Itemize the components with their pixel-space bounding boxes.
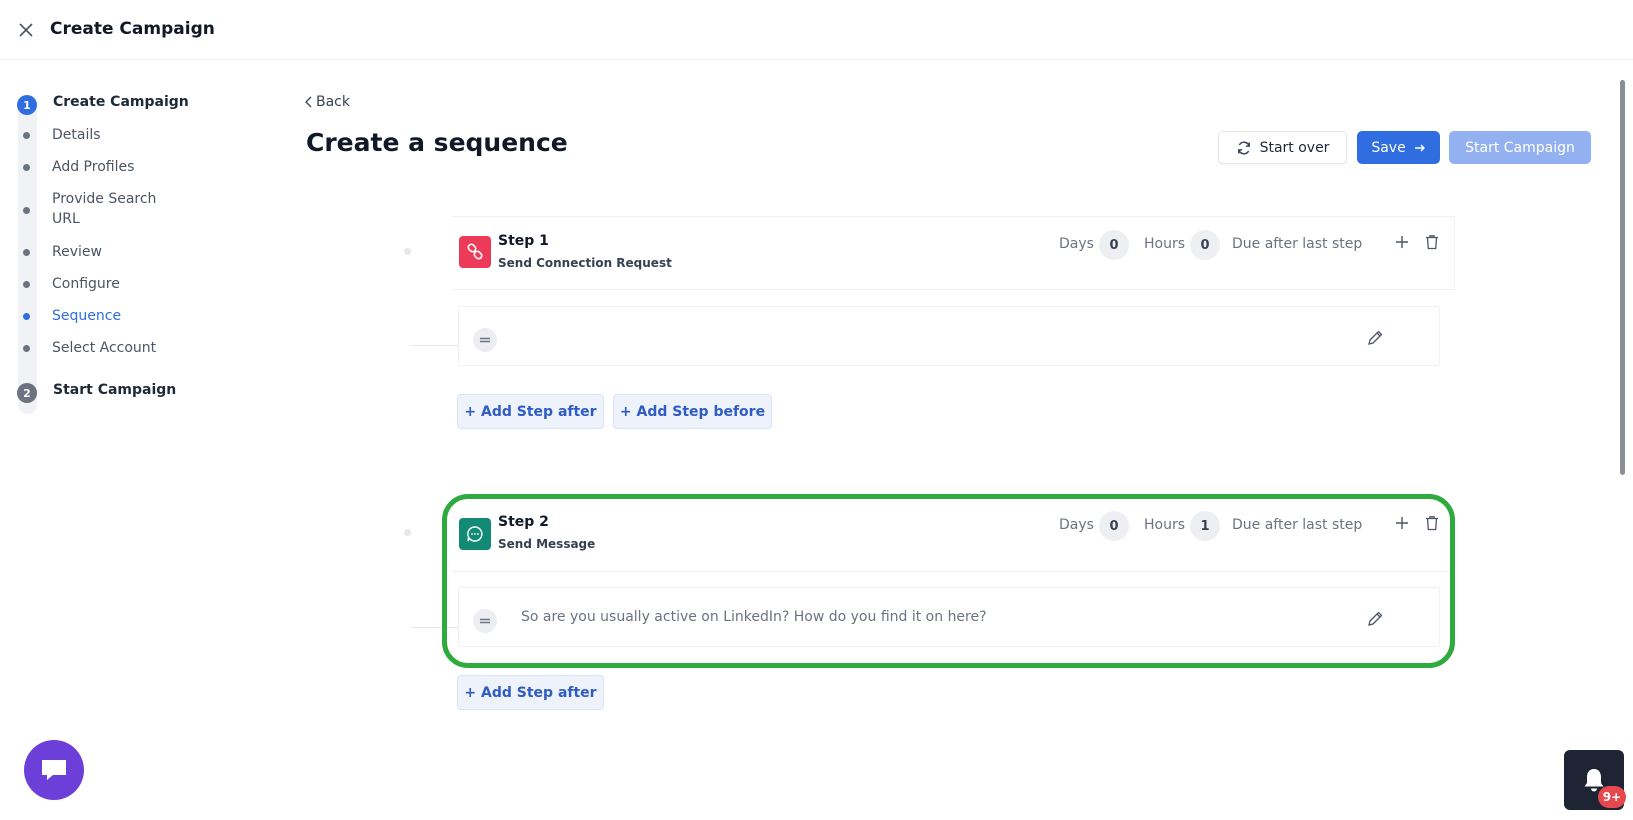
hours-label: Hours — [1144, 517, 1186, 533]
step-number-2: 2 — [17, 383, 37, 403]
substep-provide-search-url[interactable]: Provide Search URL — [52, 189, 172, 229]
plus-icon[interactable] — [1393, 514, 1411, 532]
save-label: Save — [1371, 139, 1406, 156]
substep-dot — [23, 345, 30, 352]
pencil-icon[interactable] — [1366, 329, 1384, 347]
substep-dot — [23, 249, 30, 256]
refresh-icon — [1237, 141, 1250, 154]
top-bar: Create Campaign — [0, 0, 1633, 60]
start-campaign-button[interactable]: Start Campaign — [1449, 131, 1591, 164]
start-campaign-label: Start Campaign — [1465, 139, 1575, 156]
substep-review[interactable]: Review — [52, 242, 102, 262]
chat-launcher-button[interactable] — [24, 740, 84, 800]
pencil-icon[interactable] — [1366, 610, 1384, 628]
trash-icon[interactable] — [1423, 233, 1441, 251]
step-1-card — [452, 216, 1455, 290]
save-button[interactable]: Save — [1357, 131, 1440, 164]
days-label: Days — [1059, 517, 1094, 533]
page-title: Create a sequence — [306, 128, 568, 157]
step-2-hours-value[interactable]: 1 — [1190, 511, 1220, 541]
close-icon[interactable] — [16, 20, 36, 40]
start-over-button[interactable]: Start over — [1218, 131, 1347, 164]
scrollbar[interactable] — [1620, 80, 1625, 475]
start-over-label: Start over — [1259, 139, 1330, 156]
step-1-subtitle: Send Connection Request — [498, 256, 672, 270]
chat-icon — [42, 760, 66, 780]
stepper-step-create-campaign[interactable]: Create Campaign — [53, 94, 189, 110]
link-icon — [467, 243, 483, 260]
step-2-card — [452, 498, 1455, 572]
substep-dot — [23, 207, 30, 214]
step-2-subtitle: Send Message — [498, 537, 596, 551]
step-number-1: 1 — [17, 95, 37, 115]
chevron-left-icon — [305, 96, 312, 108]
substep-add-profiles[interactable]: Add Profiles — [52, 157, 134, 177]
substep-dot — [23, 132, 30, 139]
hours-label: Hours — [1144, 236, 1186, 252]
add-step-after-button[interactable]: + Add Step after — [457, 675, 604, 710]
step-2-message: So are you usually active on LinkedIn? H… — [521, 609, 987, 625]
notification-count-badge: 9+ — [1598, 786, 1626, 808]
due-label: Due after last step — [1232, 517, 1363, 533]
add-step-after-button[interactable]: + Add Step after — [457, 394, 604, 429]
substep-details[interactable]: Details — [52, 125, 101, 145]
timeline-dot — [404, 248, 411, 255]
step-1-days-value[interactable]: 0 — [1099, 230, 1129, 260]
drag-handle-icon[interactable] — [473, 328, 497, 352]
substep-select-account[interactable]: Select Account — [52, 338, 156, 358]
step-1-hours-value[interactable]: 0 — [1190, 230, 1220, 260]
substep-dot-active — [23, 313, 30, 320]
drag-handle-icon[interactable] — [473, 609, 497, 633]
days-label: Days — [1059, 236, 1094, 252]
back-link[interactable]: Back — [304, 94, 350, 110]
trash-icon[interactable] — [1423, 514, 1441, 532]
due-label: Due after last step — [1232, 236, 1363, 252]
timeline-connector — [410, 345, 458, 346]
window-title: Create Campaign — [50, 19, 215, 39]
arrow-right-icon — [1414, 144, 1425, 151]
step-1-icon-box — [459, 236, 491, 268]
step-2-icon-box — [459, 518, 491, 550]
substep-sequence[interactable]: Sequence — [52, 306, 121, 326]
substep-dot — [23, 164, 30, 171]
step-2-title: Step 2 — [498, 514, 549, 530]
back-label: Back — [316, 94, 350, 110]
step-1-message-row[interactable] — [458, 306, 1440, 366]
step-2-days-value[interactable]: 0 — [1099, 511, 1129, 541]
step-1-title: Step 1 — [498, 233, 549, 249]
timeline-dot — [404, 529, 411, 536]
message-icon — [467, 526, 483, 542]
substep-dot — [23, 281, 30, 288]
timeline-connector — [410, 627, 458, 628]
plus-icon[interactable] — [1393, 233, 1411, 251]
add-step-before-button[interactable]: + Add Step before — [613, 394, 772, 429]
stepper-step-start-campaign[interactable]: Start Campaign — [53, 382, 176, 398]
substep-configure[interactable]: Configure — [52, 274, 120, 294]
